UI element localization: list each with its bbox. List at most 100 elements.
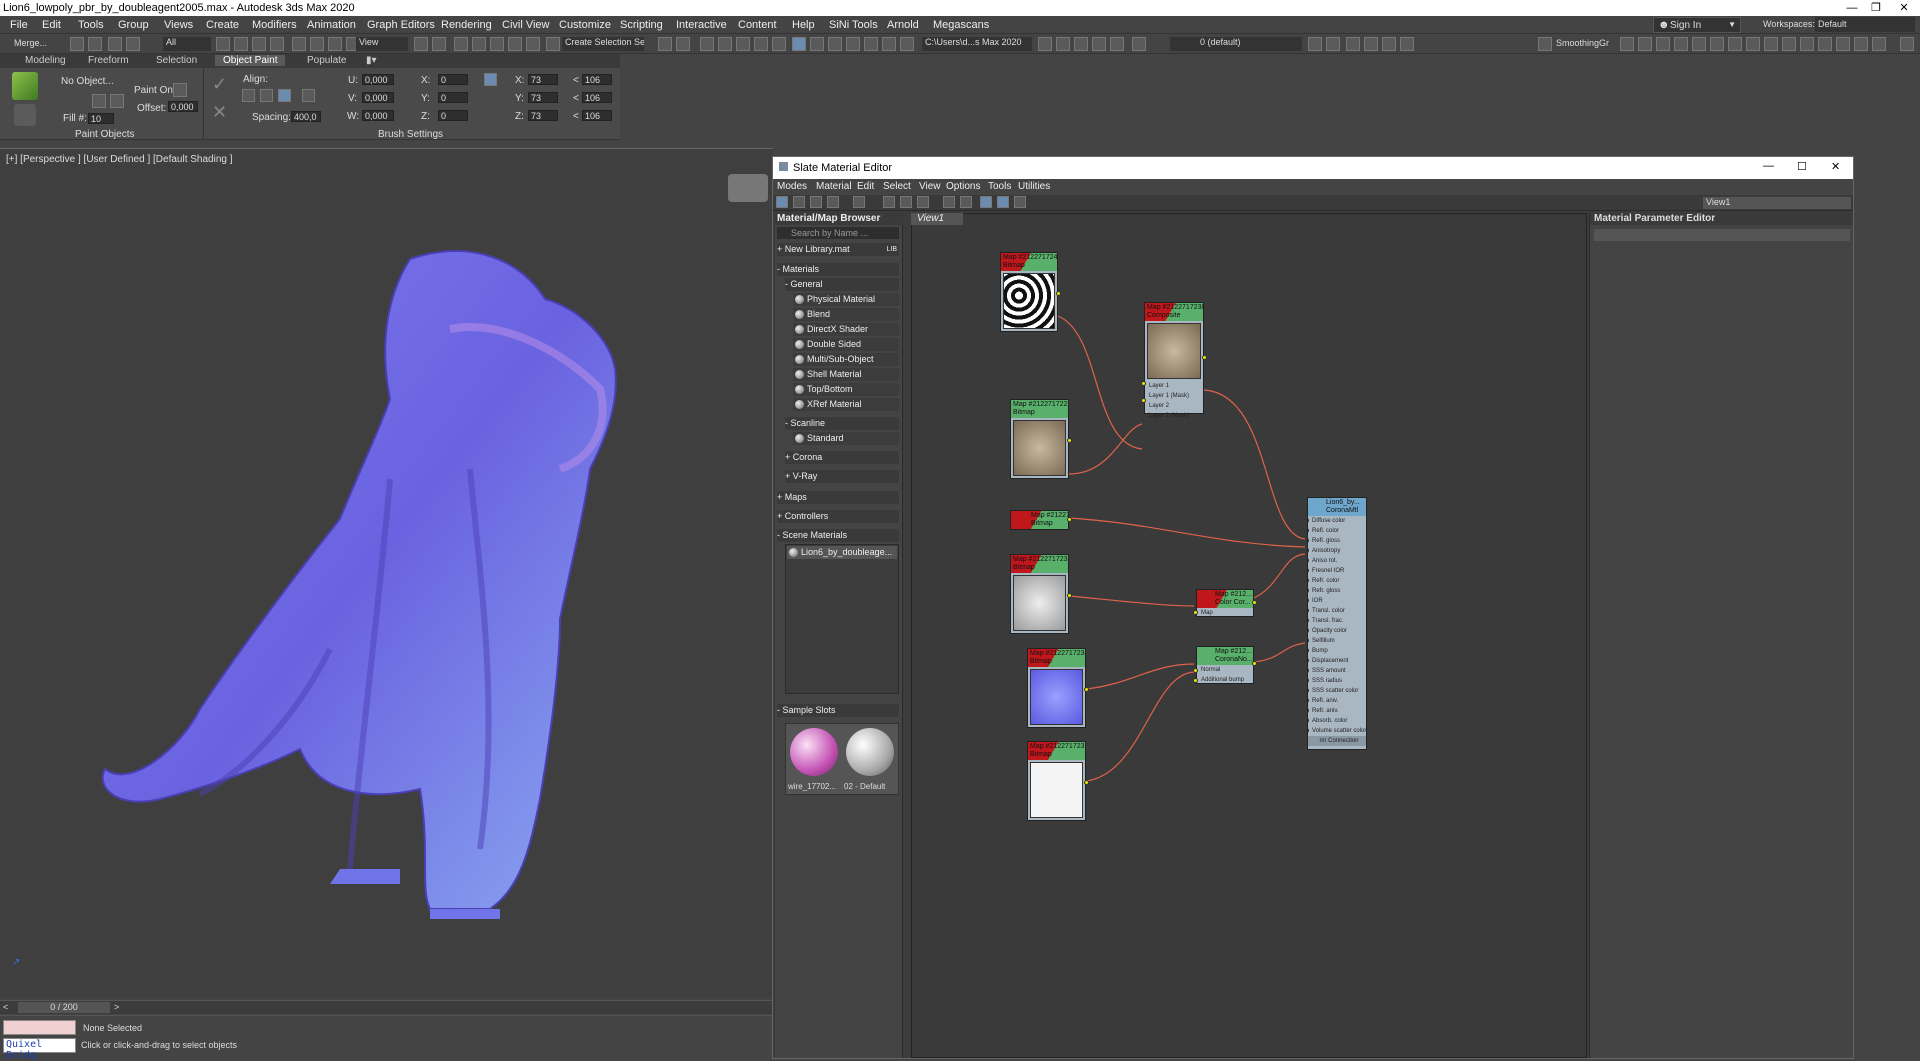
settings-icon[interactable] <box>1692 37 1706 51</box>
select-by-name-icon[interactable] <box>234 37 248 51</box>
project-icon[interactable] <box>1038 37 1052 51</box>
sme-minimize-icon[interactable]: — <box>1763 160 1774 172</box>
paint-on-icon[interactable] <box>173 83 187 97</box>
check-icon[interactable]: ✓ <box>212 74 227 95</box>
node-input-port[interactable] <box>1308 538 1309 543</box>
node-input-port[interactable] <box>1308 658 1309 663</box>
node-composite[interactable]: Map #2122717238 Composite Layer 1 Layer 1… <box>1141 302 1207 419</box>
scale-icon[interactable] <box>328 37 342 51</box>
v-input[interactable]: 0,000 <box>362 92 394 103</box>
node-input-port[interactable] <box>1308 728 1309 733</box>
node-slot[interactable]: Bump <box>1308 646 1366 656</box>
node-input-port[interactable] <box>1308 618 1309 623</box>
menu-edit[interactable]: Edit <box>42 19 61 31</box>
node-bitmap-1[interactable]: Map #2122717240 Bitmap <box>1000 252 1061 332</box>
browser-vray-group[interactable]: + V-Ray <box>785 470 899 483</box>
menu-rendering[interactable]: Rendering <box>441 19 492 31</box>
node-input-port[interactable] <box>1308 708 1309 713</box>
scene-converter-icon[interactable] <box>1746 37 1760 51</box>
timeline[interactable]: < 0 / 200 > <box>0 1000 773 1014</box>
move-children-icon[interactable] <box>853 196 865 208</box>
node-input-port[interactable] <box>1193 678 1198 683</box>
node-bitmap-5[interactable]: Map #2122717233 Bitmap <box>1027 648 1089 728</box>
save-project-icon[interactable] <box>1074 37 1088 51</box>
rot-x-input[interactable]: 0 <box>438 74 468 85</box>
w-input[interactable]: 0,000 <box>362 110 394 121</box>
node-slot[interactable]: SSS scatter color <box>1308 686 1366 696</box>
unlink-icon[interactable] <box>126 37 140 51</box>
menu-graph-editors[interactable]: Graph Editors <box>367 19 435 31</box>
align-x-button[interactable] <box>242 89 255 102</box>
browser-corona-group[interactable]: + Corona <box>785 451 899 464</box>
menu-interactive[interactable]: Interactive <box>676 19 727 31</box>
u-input[interactable]: 0,000 <box>362 74 394 85</box>
paint-object-select[interactable]: No Object... <box>61 76 114 87</box>
node-slot[interactable]: Refl. aniv. <box>1308 696 1366 706</box>
node-slot[interactable]: Layer 2 (Mask) <box>1145 411 1203 421</box>
rot-z-input[interactable]: 0 <box>438 110 468 121</box>
sme-menu-tools[interactable]: Tools <box>988 181 1011 192</box>
render-setup-icon[interactable] <box>810 37 824 51</box>
node-slot[interactable]: SSS radius <box>1308 676 1366 686</box>
browser-general-group[interactable]: - General <box>785 278 899 291</box>
window-crossing-icon[interactable] <box>270 37 284 51</box>
node-slot[interactable]: Map <box>1197 608 1253 618</box>
node-output-port[interactable] <box>1084 780 1089 785</box>
tab-object-paint[interactable]: Object Paint <box>215 55 286 66</box>
browser-item-double-sided[interactable]: Double Sided <box>793 338 899 351</box>
node-color-correct[interactable]: Map #212... Color Cor... Map <box>1193 589 1257 618</box>
align-z-button[interactable] <box>278 89 291 102</box>
quixel-bridge-button[interactable]: Quixel Bridg <box>3 1038 76 1061</box>
browser-item-top-bottom[interactable]: Top/Bottom <box>793 383 899 396</box>
layer-toggle-icon[interactable] <box>1132 37 1146 51</box>
show-background-icon[interactable] <box>900 196 912 208</box>
assign-material-icon[interactable] <box>810 196 822 208</box>
move-icon[interactable] <box>292 37 306 51</box>
frame-buffer-icon[interactable] <box>1710 37 1724 51</box>
node-input-port[interactable] <box>1141 381 1146 386</box>
browser-scanline-group[interactable]: - Scanline <box>785 417 899 430</box>
sme-close-icon[interactable]: ✕ <box>1831 160 1840 173</box>
show-map-icon[interactable] <box>883 196 895 208</box>
smoothing-groups-button[interactable]: SmoothingGr <box>1556 38 1609 48</box>
mirror-icon[interactable] <box>658 37 672 51</box>
more-tools-icon[interactable] <box>1900 37 1914 51</box>
select-by-material-icon[interactable] <box>1014 196 1026 208</box>
node-input-port[interactable] <box>1193 610 1198 615</box>
menu-animation[interactable]: Animation <box>307 19 356 31</box>
layer-freeze-icon[interactable] <box>1400 37 1414 51</box>
interactive-icon[interactable] <box>1782 37 1796 51</box>
curve-editor-icon[interactable] <box>754 37 768 51</box>
sme-menu-edit[interactable]: Edit <box>857 181 874 192</box>
flip-icon[interactable] <box>302 89 315 102</box>
lightmix-icon[interactable] <box>1764 37 1778 51</box>
render-production-icon[interactable] <box>846 37 860 51</box>
node-corona-mtl[interactable]: Lion6_by... CoronaMtl Diffuse color Refl. … <box>1307 497 1367 750</box>
node-bitmap-6[interactable]: Map #2122717237 Bitmap <box>1027 741 1089 821</box>
create-layer-icon[interactable] <box>1308 37 1322 51</box>
warning-icon[interactable] <box>900 37 914 51</box>
wand-icon[interactable] <box>1656 37 1670 51</box>
reference-coord-dropdown[interactable]: View <box>356 37 408 51</box>
node-slot[interactable]: Refr. color <box>1308 576 1366 586</box>
node-input-port[interactable] <box>1308 718 1309 723</box>
named-selection-dropdown[interactable]: Create Selection Se <box>562 37 644 51</box>
node-slot[interactable]: Transl. frac. <box>1308 616 1366 626</box>
node-graph-view[interactable]: Map #2122717240 Bitmap Map #2122717238 Com… <box>911 213 1587 1058</box>
max-z-input[interactable]: 106 <box>582 110 612 121</box>
sme-menu-view[interactable]: View <box>919 181 941 192</box>
merge-button[interactable]: Merge... <box>14 38 47 48</box>
view-tab[interactable]: View1 <box>911 213 963 225</box>
node-bitmap-3[interactable]: Map #212271...Bitmap <box>1010 510 1072 530</box>
node-input-port[interactable] <box>1193 668 1198 673</box>
fog-icon[interactable] <box>1854 37 1868 51</box>
spacing-input[interactable]: 400,0 <box>291 111 321 122</box>
material-lib-icon[interactable] <box>1728 37 1742 51</box>
material-editor-icon[interactable] <box>792 37 806 51</box>
rect-selection-icon[interactable] <box>252 37 266 51</box>
delete-selected-icon[interactable] <box>827 196 839 208</box>
menu-sini-tools[interactable]: SiNi Tools <box>829 19 878 31</box>
select-layer-icon[interactable] <box>1346 37 1360 51</box>
undo-icon[interactable] <box>70 37 84 51</box>
scene-material-item[interactable]: Lion6_by_doubleage... <box>787 546 897 559</box>
